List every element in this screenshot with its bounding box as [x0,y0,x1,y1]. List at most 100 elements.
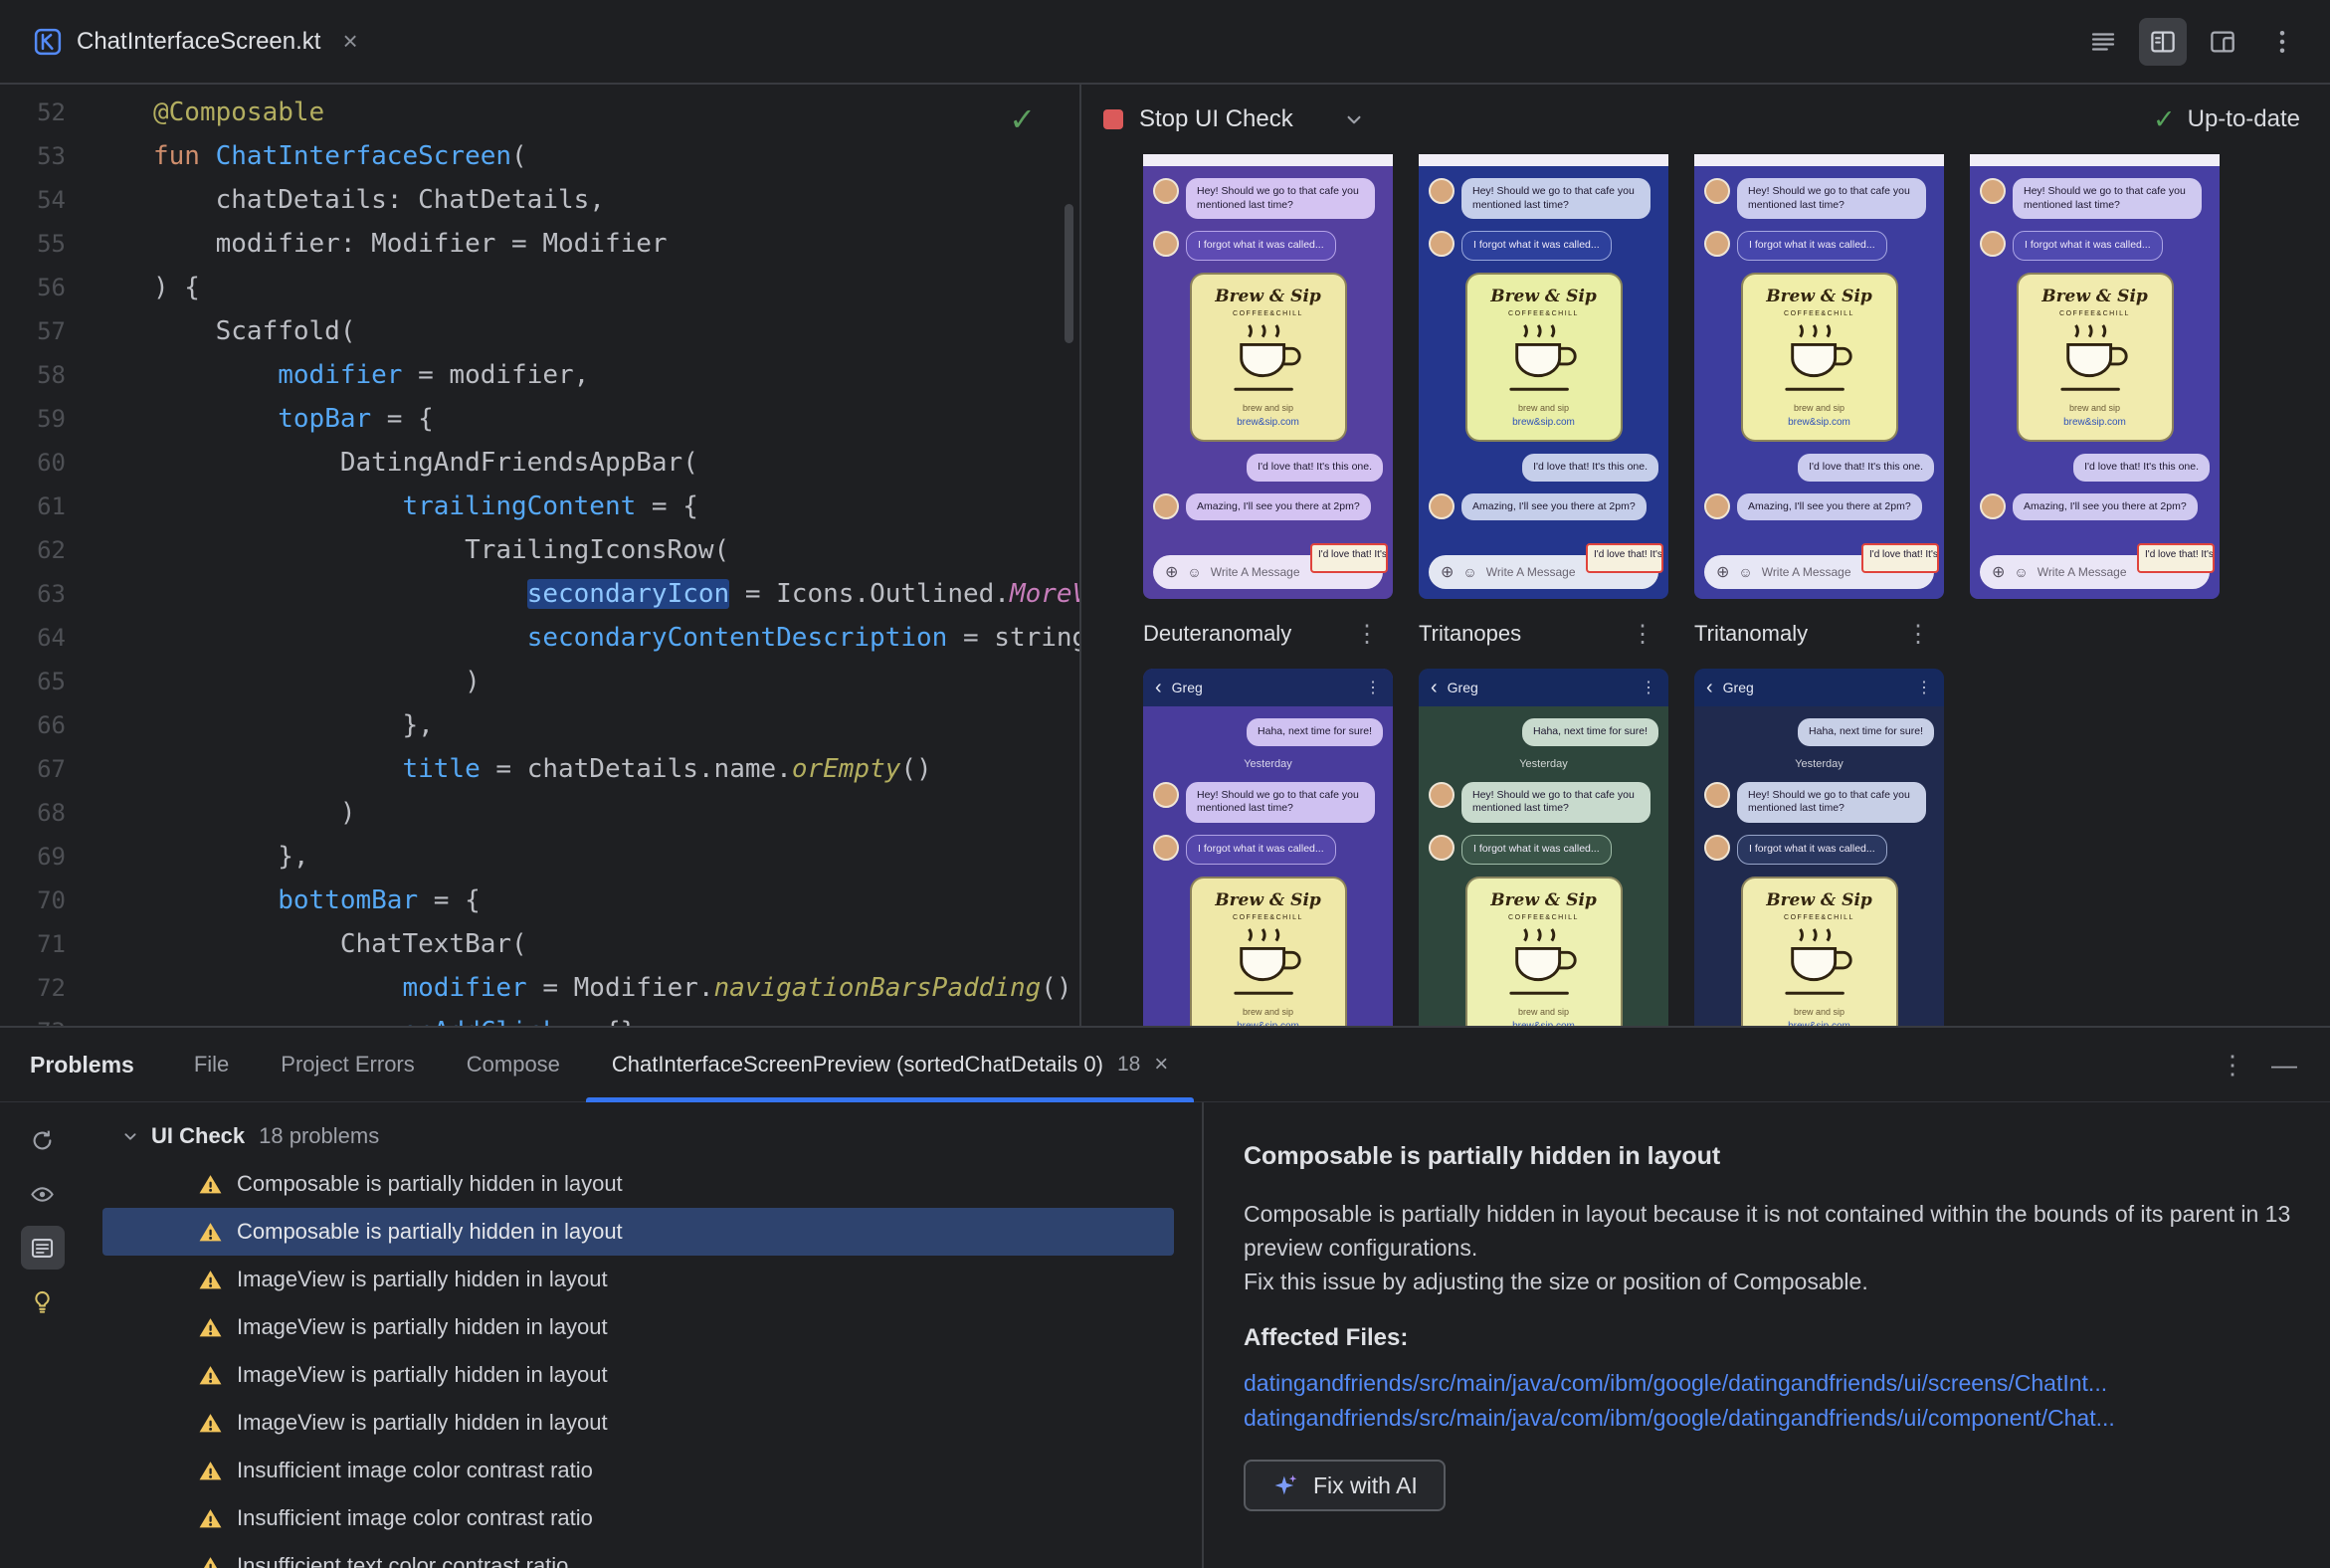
line-number[interactable]: 54 [0,178,99,222]
problem-row[interactable]: Insufficient text color contrast ratio [102,1542,1174,1568]
line-number[interactable]: 57 [0,309,99,353]
line-number[interactable]: 63 [0,572,99,616]
code-line[interactable]: 73 onAddClick = {}, [0,1010,1079,1026]
refresh-icon[interactable] [21,1118,65,1162]
line-number[interactable]: 59 [0,397,99,441]
code-line[interactable]: 70 bottomBar = { [0,879,1079,922]
chevron-down-icon[interactable] [1341,106,1367,132]
line-number[interactable]: 53 [0,134,99,178]
problem-text: ImageView is partially hidden in layout [237,1314,608,1339]
code-line[interactable]: 60 DatingAndFriendsAppBar( [0,441,1079,485]
preview-canvas[interactable]: Hey! Should we go to that cafe you menti… [1081,154,2330,1026]
code-line[interactable]: 58 modifier = modifier, [0,353,1079,397]
code-line[interactable]: 65 ) [0,660,1079,703]
line-number[interactable]: 60 [0,441,99,485]
problem-row[interactable]: ImageView is partially hidden in layout [102,1399,1174,1447]
line-number[interactable]: 71 [0,922,99,966]
stop-ui-check-button[interactable]: Stop UI Check [1103,105,1293,133]
problem-row[interactable]: ImageView is partially hidden in layout [102,1303,1174,1351]
line-number[interactable]: 56 [0,266,99,309]
line-number[interactable]: 68 [0,791,99,835]
line-number[interactable]: 58 [0,353,99,397]
device-preview-icon[interactable] [2199,18,2246,66]
affected-file-link[interactable]: datingandfriends/src/main/java/com/ibm/g… [1244,1401,2300,1436]
preview-phone[interactable]: ‹ Greg ⋮ Haha, next time for sure! Yeste… [1143,669,1393,1026]
lines-icon[interactable] [2079,18,2127,66]
tab-chatinterfacescreen-preview[interactable]: ChatInterfaceScreenPreview (sortedChatDe… [585,1028,1195,1102]
line-number[interactable]: 67 [0,747,99,791]
preview-phone[interactable]: Hey! Should we go to that cafe you menti… [1970,154,2220,599]
preview-phone[interactable]: Hey! Should we go to that cafe you menti… [1419,154,1668,599]
code-line[interactable]: 61 trailingContent = { [0,485,1079,528]
line-number[interactable]: 62 [0,528,99,572]
problem-row[interactable]: Insufficient image color contrast ratio [102,1494,1174,1542]
code-line[interactable]: 71 ChatTextBar( [0,922,1079,966]
tab-compose[interactable]: Compose [441,1028,586,1101]
problem-row[interactable]: ImageView is partially hidden in layout [102,1351,1174,1399]
code-line[interactable]: 53 fun ChatInterfaceScreen( [0,134,1079,178]
tab-file[interactable]: File [168,1028,255,1101]
preview-menu-icon[interactable]: ⋮ [1898,620,1938,649]
line-number[interactable]: 55 [0,222,99,266]
ui-check-overflow-highlight: I'd love that! It's this one. [1310,543,1388,573]
preview-menu-icon[interactable]: ⋮ [1623,620,1662,649]
line-number[interactable]: 70 [0,879,99,922]
code-line[interactable]: 54 chatDetails: ChatDetails, [0,178,1079,222]
code-line[interactable]: 68 ) [0,791,1079,835]
avatar [1704,492,1730,519]
problems-window-title[interactable]: Problems [30,1052,134,1078]
preview-phone[interactable]: Hey! Should we go to that cafe you menti… [1694,154,1944,599]
code-line[interactable]: 62 TrailingIconsRow( [0,528,1079,572]
preview-phone[interactable]: ‹ Greg ⋮ Haha, next time for sure! Yeste… [1694,669,1944,1026]
line-number[interactable]: 64 [0,616,99,660]
back-icon: ‹ [1431,677,1438,698]
line-number[interactable]: 61 [0,485,99,528]
problem-text: Composable is partially hidden in layout [237,1171,623,1196]
line-number[interactable]: 66 [0,703,99,747]
chevron-down-icon[interactable] [119,1125,141,1147]
editor-tab-active[interactable]: ChatInterfaceScreen.kt × [33,0,358,83]
code-line[interactable]: 66 }, [0,703,1079,747]
tab-project-errors[interactable]: Project Errors [255,1028,440,1101]
problem-row[interactable]: Composable is partially hidden in layout [102,1160,1174,1208]
line-number[interactable]: 73 [0,1010,99,1026]
problem-row[interactable]: Insufficient image color contrast ratio [102,1447,1174,1494]
line-number[interactable]: 52 [0,91,99,134]
close-icon[interactable]: × [1154,1051,1168,1078]
report-view-icon[interactable] [20,1226,65,1270]
preview-menu-icon[interactable]: ⋮ [1347,620,1387,649]
line-number[interactable]: 65 [0,660,99,703]
code-line[interactable]: 64 secondaryContentDescription = stringR… [0,616,1079,660]
hide-panel-icon[interactable]: — [2262,1043,2306,1086]
code-line[interactable]: 63 secondaryIcon = Icons.Outlined.MoreVe… [0,572,1079,616]
panel-options-icon[interactable]: ⋮ [2211,1043,2254,1086]
brew-sip-card: Brew & Sip COFFEE&CHILL brew and sip bre… [1740,876,1898,1026]
code-line[interactable]: 57 Scaffold( [0,309,1079,353]
problem-row[interactable]: ImageView is partially hidden in layout [102,1256,1174,1303]
editor-scrollbar[interactable] [1065,204,1073,343]
chat-bubble: I forgot what it was called... [1737,231,1887,261]
code-line[interactable]: 52 @Composable [0,91,1079,134]
line-number[interactable]: 69 [0,835,99,879]
problem-row[interactable]: Composable is partially hidden in layout [102,1208,1174,1256]
lightbulb-icon[interactable] [21,1279,65,1323]
ui-check-group-header[interactable]: UI Check 18 problems [85,1112,1202,1160]
code-line[interactable]: 59 topBar = { [0,397,1079,441]
kebab-icon: ⋮ [1365,680,1381,696]
more-vertical-icon[interactable] [2258,18,2306,66]
line-number[interactable]: 72 [0,966,99,1010]
code-line[interactable]: 55 modifier: Modifier = Modifier [0,222,1079,266]
close-tab-icon[interactable]: × [342,26,357,57]
fix-with-ai-button[interactable]: Fix with AI [1244,1460,1446,1511]
preview-phone[interactable]: ‹ Greg ⋮ Haha, next time for sure! Yeste… [1419,669,1668,1026]
code-editor[interactable]: 52 @Composable 53 fun ChatInterfaceScreen(5… [0,85,1081,1026]
code-line[interactable]: 56) { [0,266,1079,309]
preview-phone[interactable]: Hey! Should we go to that cafe you menti… [1143,154,1393,599]
affected-file-link[interactable]: datingandfriends/src/main/java/com/ibm/g… [1244,1366,2300,1401]
code-line[interactable]: 72 modifier = Modifier.navigationBarsPad… [0,966,1079,1010]
split-editor-icon[interactable] [2139,17,2187,66]
code-line[interactable]: 67 title = chatDetails.name.orEmpty() [0,747,1079,791]
eye-icon[interactable] [21,1172,65,1216]
preview-label-row: Tritanomaly ⋮ [1694,599,1944,669]
code-line[interactable]: 69 }, [0,835,1079,879]
